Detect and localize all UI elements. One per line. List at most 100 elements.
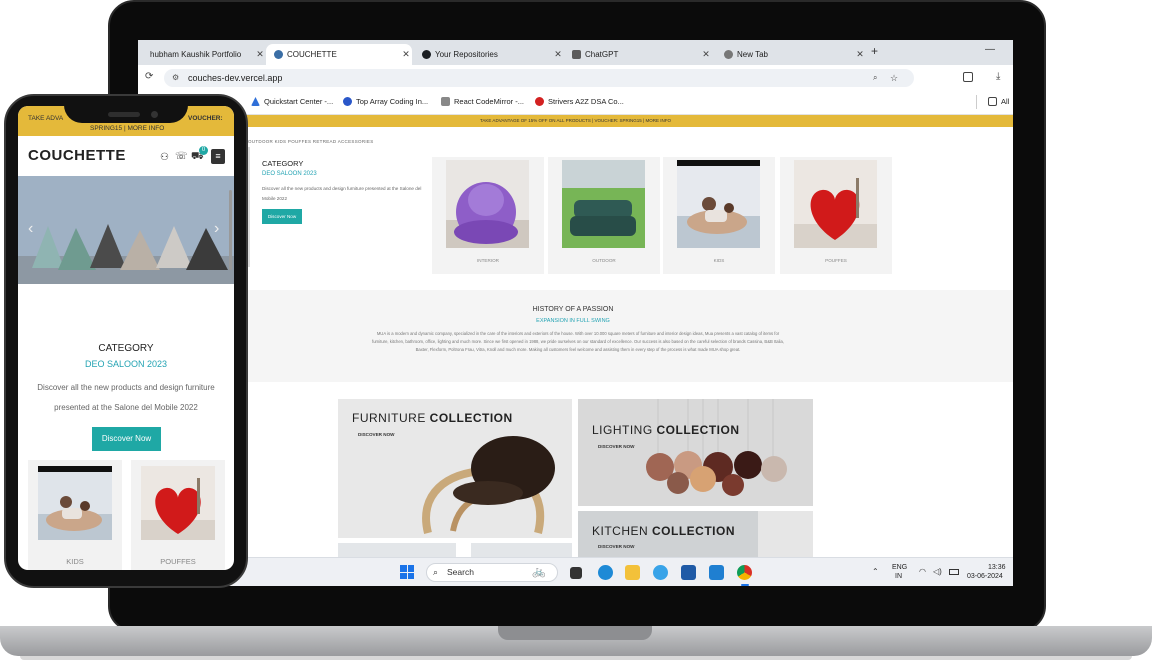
bookmark-strivers[interactable]: Strivers A2Z DSA Co... [535,97,624,106]
globe-icon [441,97,450,106]
cart-badge: 0 [199,146,208,155]
url-input[interactable]: ⚙ couches-dev.vercel.app [164,69,914,87]
category-card-interior[interactable]: INTERIOR [432,157,544,274]
promo-banner[interactable]: TAKE ADVANTAGE OF 15% OFF ON ALL PRODUCT… [138,115,1013,127]
tab-label: hubham Kaushik Portfolio [150,50,242,59]
category-description: Discover all the new products and design… [262,186,422,201]
phone-card-pouffes[interactable]: POUFFES [131,460,225,570]
tab-chatgpt[interactable]: ChatGPT ✕ [564,44,712,65]
pouffes-photo [141,466,215,540]
phone-card-kids[interactable]: KIDS [28,460,122,570]
discover-now-button[interactable]: Discover Now [262,209,302,224]
category-nav[interactable]: OUTDOOR KIDS POUFFES RETREAD ACCESSORIES [248,139,374,144]
windows-taskbar: ⌕ Search 🚲 ⌃ ENG IN ◠ ◁) 13:36 03-06-202… [138,557,1013,586]
bookmarks-bar: Quickstart Center -... Top Array Coding … [138,91,1013,115]
discover-now-link[interactable]: DISCOVER NOW [358,432,395,437]
file-explorer-icon[interactable] [625,565,640,580]
minimize-icon[interactable]: — [985,44,995,55]
task-view-icon[interactable] [570,567,582,579]
bicycle-icon: 🚲 [532,566,546,578]
site-info-icon[interactable]: ⚙ [172,69,179,87]
github-icon [422,50,431,59]
tab-repositories[interactable]: Your Repositories ✕ [414,44,564,65]
close-icon[interactable]: ✕ [700,49,712,60]
discover-now-link[interactable]: DISCOVER NOW [598,444,635,449]
close-icon[interactable]: ✕ [400,49,412,60]
kids-photo [38,466,112,540]
clock-time[interactable]: 13:36 [988,564,1006,571]
interior-photo [446,160,529,248]
bookmark-array-coding[interactable]: Top Array Coding In... [343,97,428,106]
card-label: INTERIOR [477,258,499,263]
download-icon[interactable]: ⤓ [996,71,1000,82]
lighting-collection-tile[interactable]: LIGHTING COLLECTION DISCOVER NOW [578,399,813,506]
phone-notch [64,97,188,123]
phone-scrollbar[interactable] [229,190,232,270]
new-tab-icon[interactable]: + [871,44,878,58]
windows-start-icon[interactable] [400,565,414,579]
taskbar-search-input[interactable]: ⌕ Search 🚲 [426,563,558,582]
phone-promo-text: TAKE ADVA [28,115,64,122]
category-card-outdoor[interactable]: OUTDOOR [548,157,660,274]
folder-icon [988,97,997,106]
card-label: OUTDOOR [592,258,616,263]
bookmark-star-icon[interactable]: ☆ [890,73,898,84]
site-logo[interactable]: COUCHETTE [28,147,126,164]
phone-category-description: Discover all the new products and design… [37,383,215,412]
collection-tile-partial[interactable] [471,543,572,557]
language-indicator[interactable]: ENG [892,564,907,571]
collection-title: LIGHTING COLLECTION [592,423,740,437]
category-card-pouffes[interactable]: POUFFES [780,157,892,274]
hero-slider[interactable] [18,176,234,284]
collection-title: FURNITURE COLLECTION [352,411,513,425]
chevron-up-icon[interactable]: ⌃ [872,567,879,576]
phone-category-title: CATEGORY [98,343,154,354]
extensions-icon[interactable] [963,72,973,82]
card-label: POUFFES [160,557,196,566]
address-bar-row: ⟳ ⚙ couches-dev.vercel.app ☆ ⌕ ⤓ [138,65,1013,91]
pouffes-photo [794,160,877,248]
zoom-icon[interactable]: ⌕ [873,73,877,83]
laptop-screen: hubham Kaushik Portfolio ✕ COUCHETTE ✕ Y… [138,40,1013,586]
tab-label: ChatGPT [585,50,619,59]
kitchen-collection-tile[interactable]: KITCHEN COLLECTION DISCOVER NOW [578,511,813,557]
laptop-base-notch [498,626,652,640]
close-icon[interactable]: ✕ [854,49,866,60]
app-icon[interactable] [653,565,668,580]
phone-discover-now-button[interactable]: Discover Now [92,427,161,451]
clock-date[interactable]: 03-06-2024 [967,573,1003,580]
region-indicator[interactable]: IN [895,573,902,580]
divider [248,147,250,267]
tab-couchette[interactable]: COUCHETTE ✕ [266,44,412,65]
url-text: couches-dev.vercel.app [188,73,283,83]
close-icon[interactable]: ✕ [552,49,564,60]
bookmark-quickstart[interactable]: Quickstart Center -... [251,97,333,106]
history-title: HISTORY OF A PASSION [532,306,614,313]
store-icon[interactable] [681,565,696,580]
hamburger-menu-icon[interactable]: ≡ [211,149,225,164]
slider-next-icon[interactable]: › [214,220,219,238]
coding-site-icon [343,97,352,106]
battery-icon[interactable] [949,569,959,575]
chrome-icon [724,50,733,59]
collection-tile-partial[interactable] [338,543,456,557]
discover-now-link[interactable]: DISCOVER NOW [598,544,635,549]
slider-prev-icon[interactable]: ‹ [28,220,33,238]
phone-call-icon[interactable]: ☏ [175,151,188,162]
wifi-icon[interactable]: ◠ [919,567,926,576]
card-label: KIDS [66,557,84,566]
chrome-icon[interactable] [737,565,752,580]
tab-portfolio[interactable]: hubham Kaushik Portfolio ✕ [138,44,266,65]
laptop-shadow [20,656,1132,660]
bookmark-codemirror[interactable]: React CodeMirror -... [441,97,524,106]
furniture-collection-tile[interactable]: FURNITURE COLLECTION DISCOVER NOW [338,399,572,538]
user-icon[interactable]: ⚇ [160,152,169,163]
edge-icon[interactable] [598,565,613,580]
volume-icon[interactable]: ◁) [933,567,942,576]
bookmark-all[interactable]: All [988,97,1009,106]
vscode-icon[interactable] [709,565,724,580]
reload-icon[interactable]: ⟳ [145,71,153,82]
tab-new[interactable]: New Tab ✕ [716,44,866,65]
close-icon[interactable]: ✕ [254,49,266,60]
category-card-kids[interactable]: KIDS [663,157,775,274]
